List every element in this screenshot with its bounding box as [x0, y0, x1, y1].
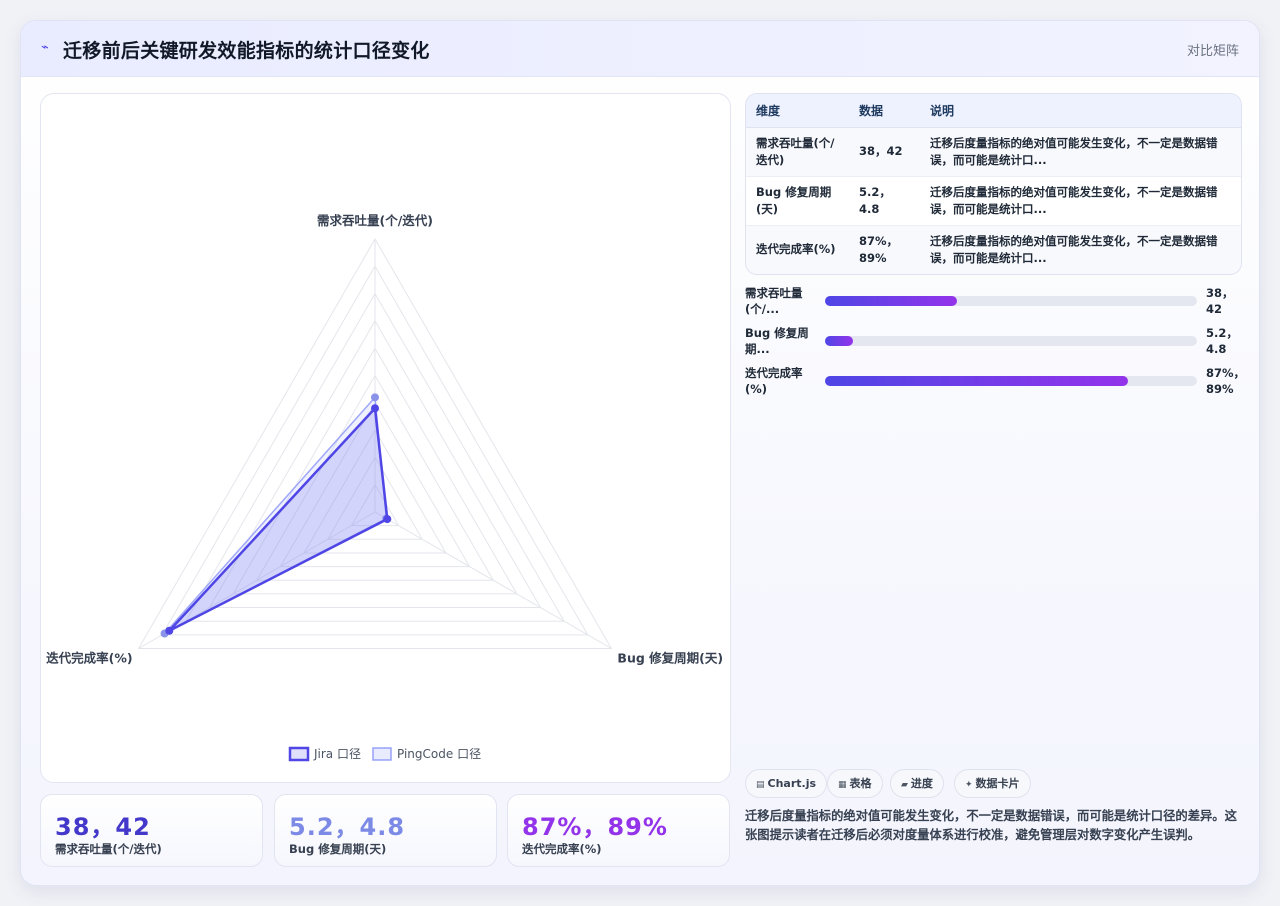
chip-label: Chart.js	[767, 777, 817, 790]
table-row: 迭代完成率(%) 87%，89% 迁移后度量指标的绝对值可能发生变化，不一定是数…	[746, 225, 1241, 274]
progress-value: 38，42	[1206, 286, 1234, 316]
chip-label: 数据卡片	[975, 777, 1020, 790]
kpi-value: 87%，89%	[522, 813, 668, 841]
progress-fill	[825, 336, 853, 346]
progress-fill	[825, 376, 1129, 386]
main-card: ⌁ 迁移前后关键研发效能指标的统计口径变化 对比矩阵 需求吞吐量(个/迭代) Bu…	[20, 20, 1260, 886]
legend-swatch	[288, 746, 310, 762]
kpi-card-completion: 87%，89% 迭代完成率(%)	[507, 794, 730, 867]
kpi-cards: 38，42 需求吞吐量(个/迭代) 5.2，4.8 Bug 修复周期(天) 87…	[40, 794, 731, 867]
radar-axis-label: 迭代完成率(%)	[46, 651, 132, 666]
radar-chart-panel: 需求吞吐量(个/迭代) Bug 修复周期(天) 迭代完成率(%) Jira 口径 Pin…	[40, 93, 731, 783]
progress-label: Bug 修复周期...	[745, 326, 809, 356]
cell-text: 38，42	[859, 144, 903, 158]
table-cell-description: 迁移后度量指标的绝对值可能发生变化，不一定是数据错误，而可能是统计口...	[920, 176, 1241, 226]
kpi-value: 5.2，4.8	[289, 813, 406, 841]
sparkle-icon: ✦	[965, 780, 973, 790]
header-subtitle: 对比矩阵	[1186, 44, 1239, 59]
table-cell-data: 5.2，4.8	[849, 176, 920, 226]
table-cell-description: 迁移后度量指标的绝对值可能发生变化，不一定是数据错误，而可能是统计口...	[920, 127, 1241, 177]
cell-text: 迁移后度量指标的绝对值可能发生变化，不一定是数据错误，而可能是统计口...	[930, 233, 1218, 265]
progress-value: 87%，89%	[1206, 366, 1246, 396]
table-cell-dimension: 迭代完成率(%)	[746, 225, 849, 274]
kpi-label: Bug 修复周期(天)	[289, 842, 387, 856]
table-row: Bug 修复周期(天) 5.2，4.8 迁移后度量指标的绝对值可能发生变化，不一…	[746, 176, 1241, 226]
chart-line-icon: ⌁	[41, 40, 49, 55]
chart-icon: ▤	[756, 780, 765, 790]
legend-label: Jira 口径	[313, 747, 361, 761]
cell-text: 迁移后度量指标的绝对值可能发生变化，不一定是数据错误，而可能是统计口...	[930, 135, 1218, 167]
chip-chartjs[interactable]: ▤ Chart.js	[745, 769, 828, 798]
page-title: 迁移前后关键研发效能指标的统计口径变化	[63, 40, 430, 62]
radar-data-point	[165, 626, 174, 635]
progress-track	[825, 336, 1197, 346]
legend-swatch	[372, 747, 392, 761]
chip-progress[interactable]: ▰ 进度	[890, 769, 944, 798]
table-header-dimension: 维度	[746, 94, 849, 128]
radar-chart: 需求吞吐量(个/迭代) Bug 修复周期(天) 迭代完成率(%) Jira 口径 Pin…	[46, 213, 723, 762]
progress-row-bug-cycle: Bug 修复周期... 5.2，4.8	[745, 325, 1242, 361]
table-header-data: 数据	[849, 94, 920, 128]
chip-label: 表格	[849, 777, 872, 790]
kpi-card-throughput: 38，42 需求吞吐量(个/迭代)	[40, 794, 263, 867]
radar-axis-label: 需求吞吐量(个/迭代)	[317, 213, 433, 228]
table-cell-dimension: Bug 修复周期(天)	[746, 176, 849, 226]
progress-track	[825, 376, 1197, 386]
legend-label: PingCode 口径	[397, 747, 481, 761]
chip-data-card[interactable]: ✦ 数据卡片	[954, 769, 1031, 798]
progress-label: 迭代完成率(%)	[745, 366, 803, 396]
cell-text: 需求吞吐量(个/迭代)	[756, 135, 835, 167]
table-cell-data: 38，42	[849, 127, 920, 177]
cell-text: 迁移后度量指标的绝对值可能发生变化，不一定是数据错误，而可能是统计口...	[930, 184, 1218, 216]
cell-text: Bug 修复周期(天)	[756, 184, 832, 216]
chip-label: 进度	[910, 777, 933, 790]
radar-data-point	[371, 393, 379, 402]
radar-axis-label: Bug 修复周期(天)	[617, 651, 723, 666]
kpi-label: 需求吞吐量(个/迭代)	[55, 842, 162, 856]
table-row: 需求吞吐量(个/迭代) 38，42 迁移后度量指标的绝对值可能发生变化，不一定是…	[746, 127, 1241, 177]
kpi-label: 迭代完成率(%)	[522, 842, 602, 856]
cell-text: 87%，89%	[859, 233, 899, 265]
progress-label: 需求吞吐量(个/...	[745, 286, 803, 316]
kpi-card-bug-cycle: 5.2，4.8 Bug 修复周期(天)	[274, 794, 497, 867]
radar-series-area	[168, 407, 389, 633]
table-header-description: 说明	[920, 94, 1241, 128]
progress-fill	[825, 296, 958, 306]
table-cell-dimension: 需求吞吐量(个/迭代)	[746, 127, 849, 177]
progress-row-throughput: 需求吞吐量(个/... 38，42	[745, 285, 1242, 321]
cell-text: 5.2，4.8	[859, 184, 891, 216]
progress-row-completion: 迭代完成率(%) 87%，89%	[745, 365, 1246, 401]
kpi-value: 38，42	[55, 813, 151, 841]
progress-track	[825, 296, 1197, 306]
progress-icon: ▰	[901, 780, 908, 790]
card-header: ⌁ 迁移前后关键研发效能指标的统计口径变化 对比矩阵	[21, 21, 1259, 77]
progress-value: 5.2，4.8	[1206, 326, 1238, 356]
description-note: 迁移后度量指标的绝对值可能发生变化，不一定是数据错误，而可能是统计口径的差异。这…	[745, 809, 1237, 842]
table-cell-description: 迁移后度量指标的绝对值可能发生变化，不一定是数据错误，而可能是统计口...	[920, 225, 1241, 274]
radar-data-point	[383, 515, 392, 524]
radar-data-point	[371, 404, 379, 413]
progress-bars: 需求吞吐量(个/... 38，42 Bug 修复周期... 5.2，4.8 迭代…	[745, 285, 1246, 405]
table-icon: ▦	[838, 780, 847, 790]
comparison-table: 维度 数据 说明 需求吞吐量(个/迭代) 38，42 迁移后度量指标的绝对值可能…	[745, 93, 1242, 275]
cell-text: 迭代完成率(%)	[756, 242, 836, 256]
chip-table[interactable]: ▦ 表格	[827, 769, 883, 798]
table-cell-data: 87%，89%	[849, 225, 920, 274]
